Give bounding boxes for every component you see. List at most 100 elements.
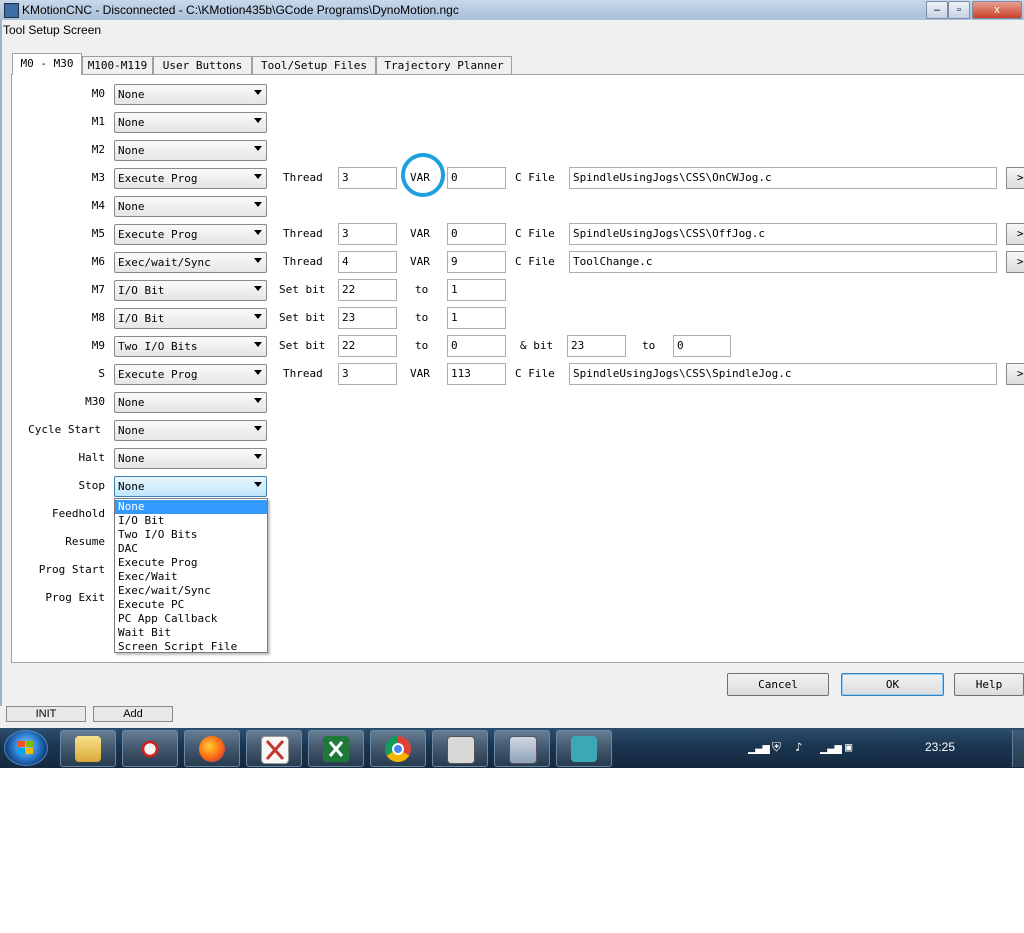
m6-thread-field[interactable]: 4	[338, 251, 397, 273]
chrome-icon	[385, 736, 411, 762]
tab-m100-m119[interactable]: M100-M119	[82, 56, 153, 74]
s-thread-field[interactable]: 3	[338, 363, 397, 385]
dropdown-option-two-io-bits[interactable]: Two I/O Bits	[115, 528, 267, 542]
signal-icon[interactable]: ▁▃▅	[748, 740, 770, 754]
m5-action-select[interactable]: Execute Prog	[114, 224, 267, 245]
taskbar-kmotioncnc[interactable]	[556, 730, 612, 767]
dropdown-arrow-icon	[254, 342, 262, 347]
m8-action-select[interactable]: I/O Bit	[114, 308, 267, 329]
m3-thread-field[interactable]: 3	[338, 167, 397, 189]
dropdown-option-pc-app-callback[interactable]: PC App Callback	[115, 612, 267, 626]
m8-state-field[interactable]: 1	[447, 307, 506, 329]
m3-action-select[interactable]: Execute Prog	[114, 168, 267, 189]
m1-action-select[interactable]: None	[114, 112, 267, 133]
m9-state-field[interactable]: 0	[447, 335, 506, 357]
start-button[interactable]	[4, 730, 48, 766]
network-status-icon[interactable]: ⛨	[772, 740, 781, 755]
dropdown-arrow-icon	[254, 146, 262, 151]
kmotion-icon	[447, 736, 475, 764]
s-browse-button[interactable]: >	[1006, 363, 1024, 385]
taskbar-file-explorer[interactable]	[60, 730, 116, 767]
s-action-select[interactable]: Execute Prog	[114, 364, 267, 385]
m7-state-field[interactable]: 1	[447, 279, 506, 301]
m8-bit-field[interactable]: 23	[338, 307, 397, 329]
m6-action-select[interactable]: Exec/wait/Sync	[114, 252, 267, 273]
m0-action-select[interactable]: None	[114, 84, 267, 105]
ok-button[interactable]: OK	[841, 673, 944, 696]
m9-bit-field[interactable]: 22	[338, 335, 397, 357]
dropdown-option-execute-prog[interactable]: Execute Prog	[115, 556, 267, 570]
m5-action-value: Execute Prog	[118, 228, 198, 241]
cancel-button[interactable]: Cancel	[727, 673, 829, 696]
taskbar-xournal[interactable]	[246, 730, 302, 767]
s-cfile-field[interactable]: SpindleUsingJogs\CSS\SpindleJog.c	[569, 363, 997, 385]
dropdown-arrow-icon	[254, 398, 262, 403]
volume-icon[interactable]: ♪	[795, 740, 802, 754]
m9-action-select[interactable]: Two I/O Bits	[114, 336, 267, 357]
m5-browse-button[interactable]: >	[1006, 223, 1024, 245]
m5-cfile-field[interactable]: SpindleUsingJogs\CSS\OffJog.c	[569, 223, 997, 245]
taskbar-kmotion[interactable]	[432, 730, 488, 767]
highlight-circle	[401, 153, 445, 197]
m30-action-select[interactable]: None	[114, 392, 267, 413]
dropdown-option-wait-bit[interactable]: Wait Bit	[115, 626, 267, 640]
tab-user-buttons[interactable]: User Buttons	[153, 56, 252, 74]
taskbar-snipping-tool[interactable]	[122, 730, 178, 767]
tab-trajectory-planner[interactable]: Trajectory Planner	[376, 56, 512, 74]
windows-logo-icon	[18, 741, 33, 754]
help-button[interactable]: Help	[954, 673, 1024, 696]
device-icon[interactable]: ▣	[845, 740, 852, 754]
m9-to-label: to	[415, 339, 429, 352]
m3-browse-button[interactable]: >	[1006, 167, 1024, 189]
row-label-m2: M2	[91, 143, 105, 156]
xournal-icon	[261, 736, 289, 764]
add-button[interactable]: Add	[93, 706, 173, 722]
taskbar-firefox[interactable]	[184, 730, 240, 767]
stop-action-value: None	[118, 480, 145, 493]
cycle-start-action-select[interactable]: None	[114, 420, 267, 441]
taskbar-excel[interactable]	[308, 730, 364, 767]
dropdown-option-dac[interactable]: DAC	[115, 542, 267, 556]
row-label-prog-exit: Prog Exit	[45, 591, 105, 604]
init-button[interactable]: INIT	[6, 706, 86, 722]
m1-action-value: None	[118, 116, 145, 129]
m7-action-select[interactable]: I/O Bit	[114, 280, 267, 301]
m4-action-select[interactable]: None	[114, 196, 267, 217]
m7-bit-field[interactable]: 22	[338, 279, 397, 301]
m5-thread-field[interactable]: 3	[338, 223, 397, 245]
tab-m0-m30[interactable]: M0 - M30	[12, 53, 82, 75]
m9-state2-field[interactable]: 0	[673, 335, 731, 357]
s-var-field[interactable]: 113	[447, 363, 506, 385]
clock[interactable]: 23:25	[925, 740, 955, 754]
m6-cfile-field[interactable]: ToolChange.c	[569, 251, 997, 273]
m9-bit2-field[interactable]: 23	[567, 335, 626, 357]
row-label-m9: M9	[91, 339, 105, 352]
show-desktop-button[interactable]	[1012, 730, 1024, 767]
minimize-button[interactable]: –	[926, 1, 948, 19]
m3-var-field[interactable]: 0	[447, 167, 506, 189]
m5-thread-label: Thread	[283, 227, 323, 240]
dropdown-option-exec-wait[interactable]: Exec/Wait	[115, 570, 267, 584]
m5-var-field[interactable]: 0	[447, 223, 506, 245]
m6-var-field[interactable]: 9	[447, 251, 506, 273]
dropdown-option-exec-wait-sync[interactable]: Exec/wait/Sync	[115, 584, 267, 598]
taskbar-chrome[interactable]	[370, 730, 426, 767]
m7-setbit-label: Set bit	[279, 283, 326, 296]
taskbar-calculator[interactable]	[494, 730, 550, 767]
wifi-signal-icon[interactable]: ▁▃▅	[820, 740, 842, 754]
tab-tool-setup-files[interactable]: Tool/Setup Files	[252, 56, 376, 74]
m3-cfile-field[interactable]: SpindleUsingJogs\CSS\OnCWJog.c	[569, 167, 997, 189]
close-button[interactable]: x	[972, 1, 1022, 19]
row-label-m7: M7	[91, 283, 105, 296]
halt-action-select[interactable]: None	[114, 448, 267, 469]
restore-button[interactable]: ▫	[948, 1, 970, 19]
stop-action-select[interactable]: None	[114, 476, 267, 497]
m2-action-select[interactable]: None	[114, 140, 267, 161]
dropdown-option-execute-pc[interactable]: Execute PC	[115, 598, 267, 612]
dropdown-option-io-bit[interactable]: I/O Bit	[115, 514, 267, 528]
dropdown-option-screen-script-file[interactable]: Screen Script File	[115, 640, 267, 654]
row-label-m3: M3	[91, 171, 105, 184]
dropdown-option-none[interactable]: None	[115, 500, 267, 514]
m6-browse-button[interactable]: >	[1006, 251, 1024, 273]
m8-setbit-label: Set bit	[279, 311, 326, 324]
